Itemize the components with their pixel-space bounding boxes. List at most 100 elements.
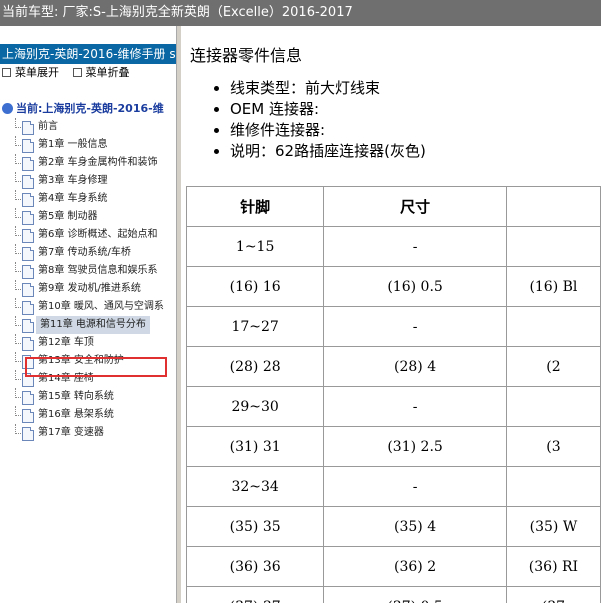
size-cell: (35) 4 — [323, 506, 507, 547]
column-header-size: 尺寸 — [323, 186, 507, 227]
document-icon — [22, 139, 34, 153]
window-title: 当前车型: 厂家:S-上海别克全新英朗（Excelle）2016-2017 — [2, 5, 353, 20]
pin-cell: (16) 16 — [185, 266, 325, 307]
document-icon — [22, 121, 34, 135]
color-cell — [505, 226, 601, 267]
tree-connector-line — [15, 388, 21, 398]
collapse-menu-button[interactable]: 菜单折叠 — [72, 66, 130, 79]
size-cell: (37) 0.5 — [323, 586, 507, 603]
size-cell: - — [323, 226, 507, 267]
pin-cell: 17~27 — [185, 306, 325, 347]
tree-root-item[interactable]: 当前:上海别克-英朗-2016-维 — [0, 100, 164, 118]
pin-cell: 1~15 — [185, 226, 325, 267]
expand-menu-button[interactable]: 菜单展开 — [2, 66, 63, 79]
pin-cell: (35) 35 — [185, 506, 325, 547]
tree-connector-line — [15, 334, 21, 344]
tree-item-label: 第8章 驾驶员信息和娱乐系 — [38, 265, 158, 276]
color-cell: (3 — [505, 426, 601, 467]
document-icon — [22, 319, 34, 333]
size-cell: (31) 2.5 — [323, 426, 507, 467]
document-icon — [22, 337, 34, 351]
document-icon — [22, 211, 34, 225]
tree-connector-line — [15, 298, 21, 308]
document-icon — [22, 193, 34, 207]
table-row: (16) 16 (16) 0.5 (16) Bl — [185, 266, 601, 307]
color-cell: (37 — [505, 586, 601, 603]
tree-toolbar: 菜单展开 菜单折叠 — [0, 64, 176, 82]
tree-connector-line — [15, 316, 21, 326]
expand-menu-label: 菜单展开 — [15, 66, 59, 79]
collapse-menu-label: 菜单折叠 — [85, 66, 130, 79]
size-cell: - — [323, 386, 507, 427]
color-cell: (36) RI — [505, 546, 601, 587]
table-row: (28) 28 (28) 4 (2 — [185, 346, 601, 387]
tree-connector-line — [15, 190, 21, 200]
connector-info-list: 线束类型：前大灯线束 OEM 连接器: 维修件连接器: 说明：62路插座连接器(… — [182, 78, 426, 162]
tree-connector-line — [15, 280, 21, 290]
size-cell: (16) 0.5 — [323, 266, 507, 307]
page-title: 连接器零件信息 — [190, 46, 303, 65]
tree-connector-line — [15, 244, 21, 254]
size-cell: - — [323, 306, 507, 347]
table-row: (31) 31 (31) 2.5 (3 — [185, 426, 601, 467]
tree-connector-line — [15, 226, 21, 236]
size-cell: (36) 2 — [323, 546, 507, 587]
size-cell: (28) 4 — [323, 346, 507, 387]
tree-item-label: 第6章 诊断概述、起始点和 — [38, 229, 158, 240]
color-cell: (16) Bl — [505, 266, 601, 307]
column-header-pin: 针脚 — [185, 186, 325, 227]
pin-cell: 29~30 — [185, 386, 325, 427]
expand-icon — [2, 67, 11, 77]
table-row: 17~27- — [185, 306, 601, 347]
table-row: 1~15- — [185, 226, 601, 267]
vehicle-root-icon — [2, 102, 13, 114]
list-item: 维修件连接器: — [230, 120, 426, 141]
table-row: 29~30- — [185, 386, 601, 427]
tree-connector-line — [15, 352, 21, 362]
document-icon — [22, 391, 34, 405]
color-cell: (2 — [505, 346, 601, 387]
tree-item-label: 第3章 车身修理 — [38, 175, 108, 186]
list-item: OEM 连接器: — [230, 99, 426, 120]
color-cell — [505, 306, 601, 347]
tree-connector-line — [15, 172, 21, 182]
collapse-icon — [72, 67, 82, 77]
list-item: 说明：62路插座连接器(灰色) — [230, 141, 426, 162]
pin-cell: (31) 31 — [185, 426, 325, 467]
tree-root-label: 当前:上海别克-英朗-2016-维 — [16, 102, 164, 115]
tree-item-label: 第10章 暖风、通风与空调系 — [38, 301, 164, 312]
tree-item-label: 第2章 车身金属构件和装饰 — [38, 157, 158, 168]
tree-item-label: 第15章 转向系统 — [38, 391, 114, 402]
pin-cell: (37) 37 — [185, 586, 325, 603]
tree-connector-line — [15, 370, 21, 380]
content-pane: 连接器零件信息 线束类型：前大灯线束 OEM 连接器: 维修件连接器: 说明：6… — [182, 26, 601, 603]
table-row: 32~34- — [185, 466, 601, 507]
pin-cell: (28) 28 — [185, 346, 325, 387]
tree-item-label: 第16章 悬架系统 — [38, 409, 114, 420]
document-icon — [22, 157, 34, 171]
tree-item-label: 第11章 电源和信号分布 — [36, 316, 150, 334]
tree-connector-line — [15, 406, 21, 416]
pin-table: 针脚 尺寸 1~15- (16) 16 (16) 0.5 (16) Bl 17~27-(… — [185, 186, 601, 603]
tree-item-label: 第7章 传动系统/车桥 — [38, 247, 131, 258]
tree-connector-line — [15, 208, 21, 218]
table-row: (35) 35 (35) 4 (35) W — [185, 506, 601, 547]
tree-connector-line — [15, 118, 21, 128]
tree-item-label: 第12章 车顶 — [38, 337, 94, 348]
document-icon — [22, 409, 34, 423]
color-cell: (35) W — [505, 506, 601, 547]
table-header-row: 针脚 尺寸 — [185, 186, 601, 227]
pin-cell: 32~34 — [185, 466, 325, 507]
table-row: (36) 36 (36) 2 (36) RI — [185, 546, 601, 587]
document-icon — [22, 283, 34, 297]
left-navigation-panel: 上海别克-英朗-2016-维修手册 s 菜单展开 菜单折叠 当前:上海别克-英朗… — [0, 44, 176, 603]
tree-item-label: 第4章 车身系统 — [38, 193, 108, 204]
tree-connector-line — [15, 424, 21, 434]
document-icon — [22, 247, 34, 261]
document-icon — [22, 175, 34, 189]
document-icon — [22, 229, 34, 243]
pin-cell: (36) 36 — [185, 546, 325, 587]
selected-item-highlight — [25, 357, 167, 377]
tree-item-label: 前言 — [38, 121, 58, 132]
color-cell — [505, 386, 601, 427]
